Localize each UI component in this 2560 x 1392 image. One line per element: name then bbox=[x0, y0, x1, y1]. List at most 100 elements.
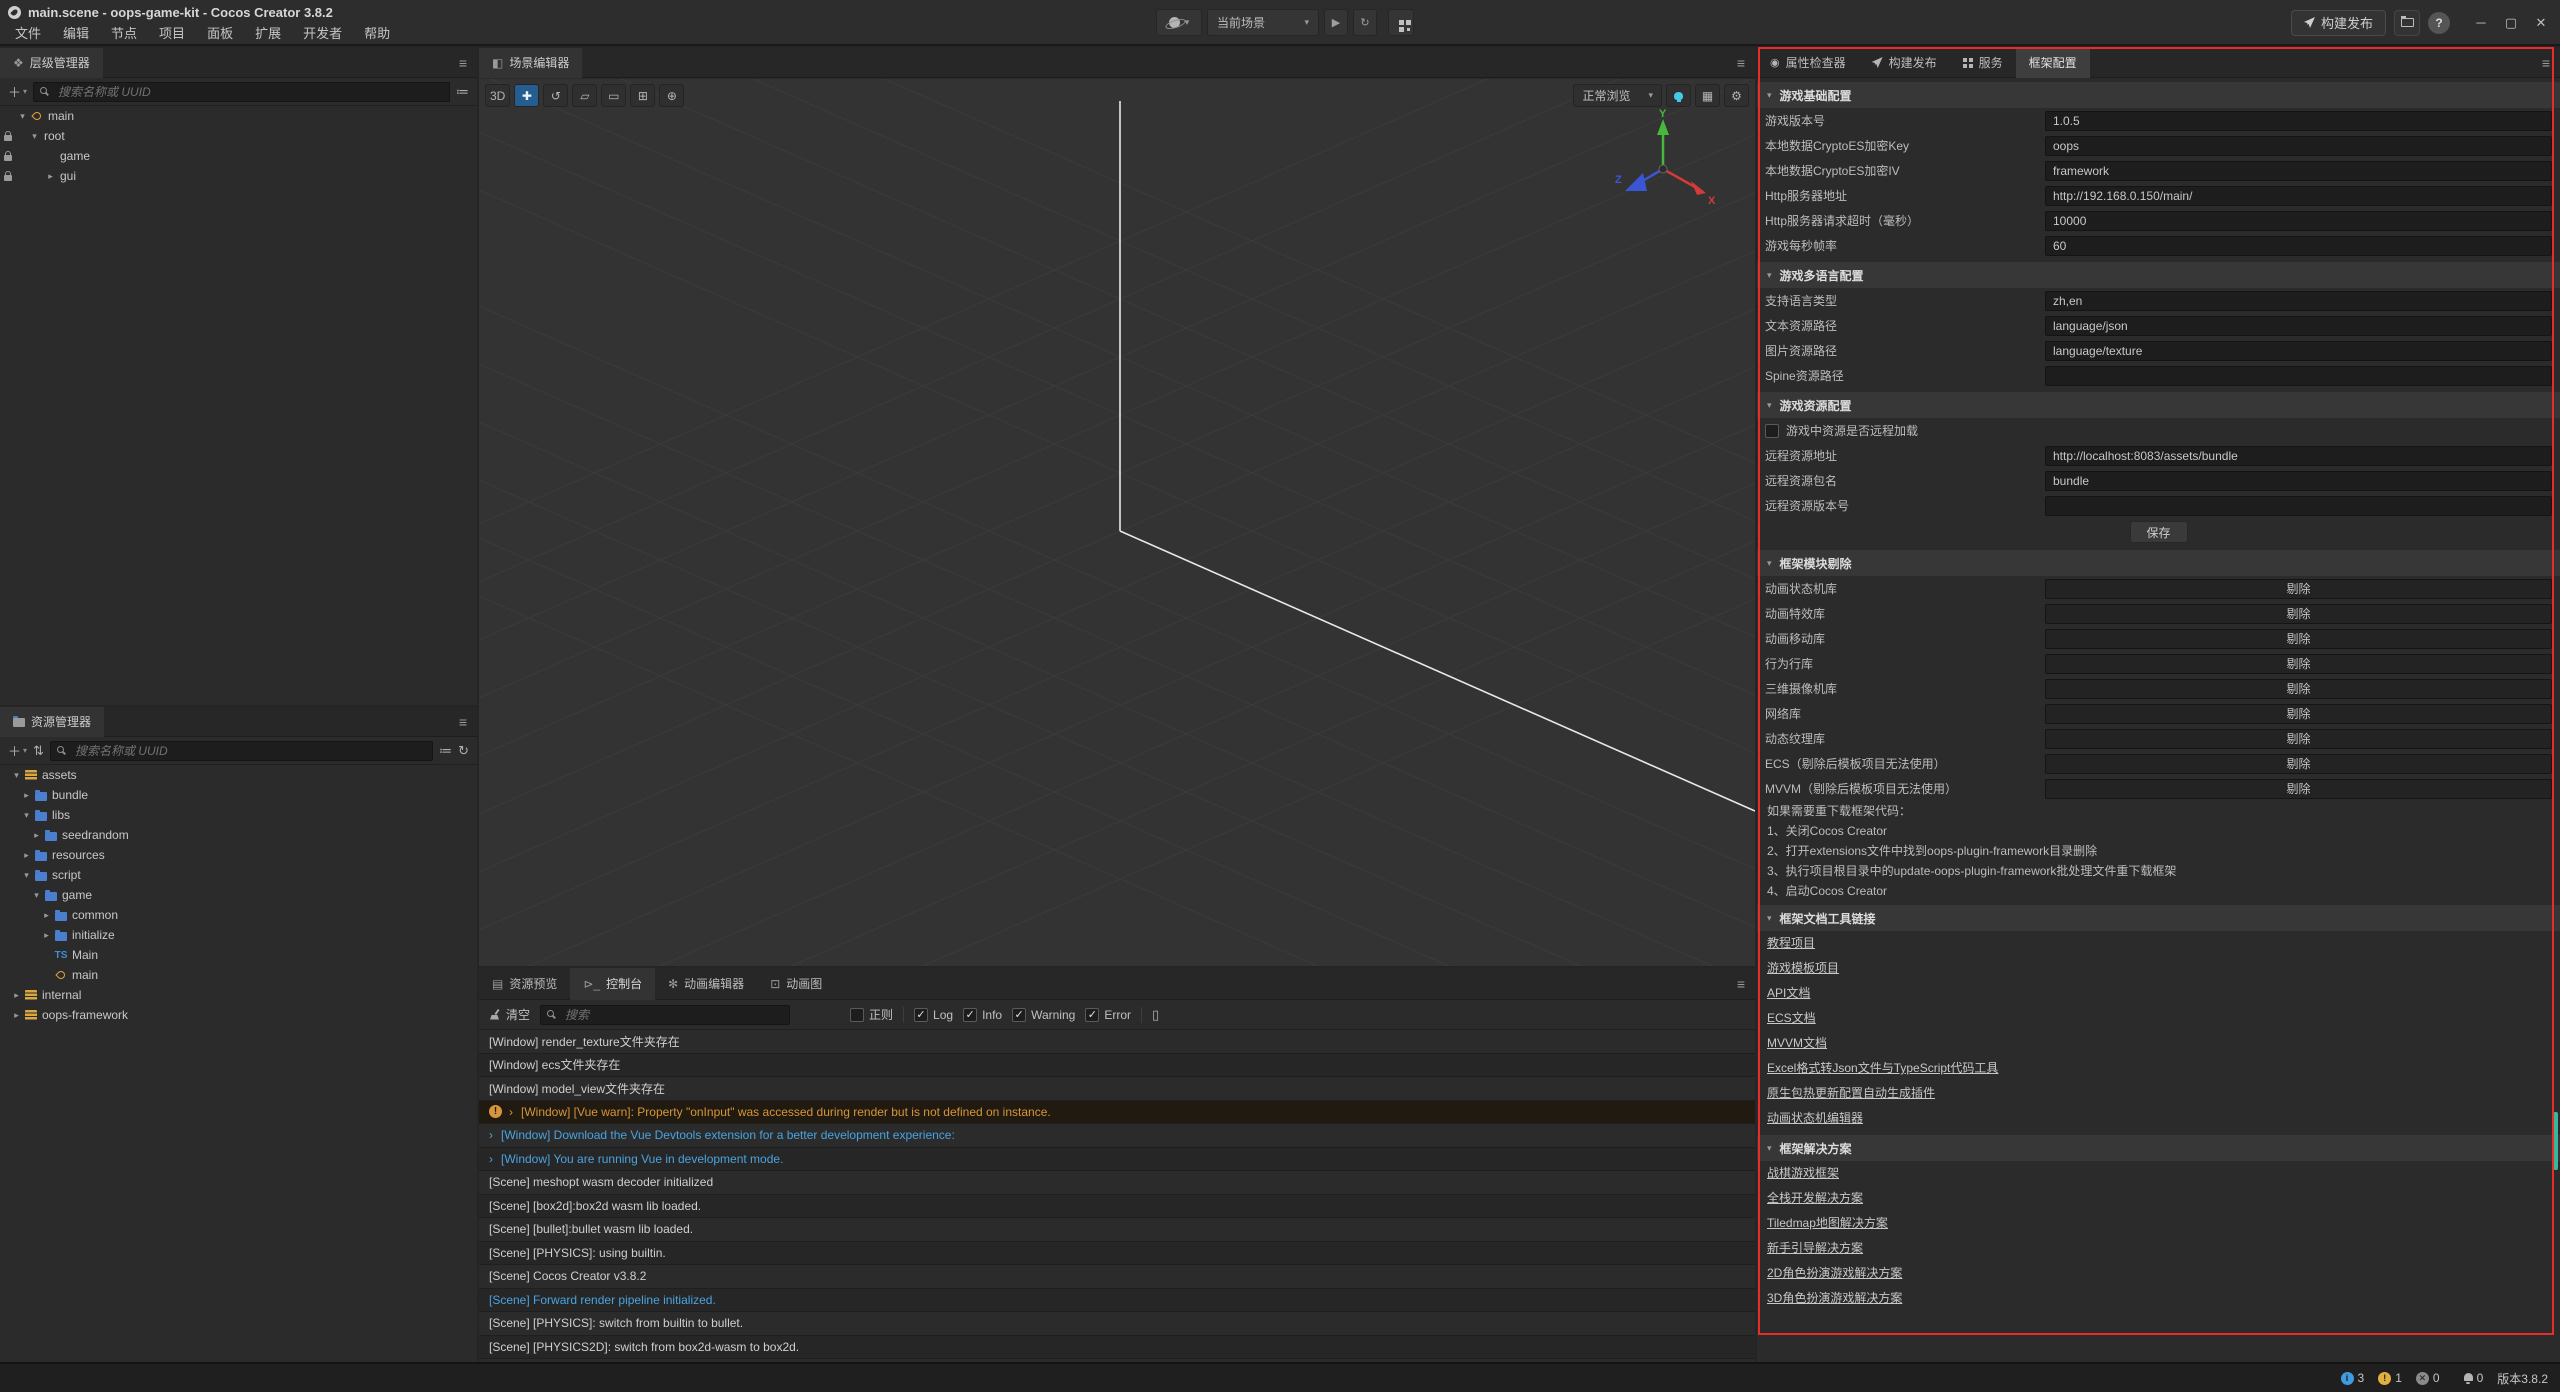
coordinate-toggle-button[interactable]: ⊕ bbox=[659, 84, 684, 107]
module-remove-button[interactable]: 剔除 bbox=[2045, 729, 2552, 749]
section-language[interactable]: ▾ 游戏多语言配置 bbox=[1757, 262, 2560, 288]
crypto-key-input[interactable] bbox=[2045, 136, 2552, 156]
menu-icon[interactable]: ≡ bbox=[1737, 55, 1755, 71]
section-solutions[interactable]: ▾ 框架解决方案 bbox=[1757, 1135, 2560, 1161]
http-server-input[interactable] bbox=[2045, 186, 2552, 206]
pivot-toggle-button[interactable]: ⊞ bbox=[630, 84, 655, 107]
http-timeout-input[interactable] bbox=[2045, 211, 2552, 231]
tab-property-inspector[interactable]: ◉ 属性检查器 bbox=[1757, 48, 1859, 78]
scale-tool-button[interactable]: ▱ bbox=[572, 84, 597, 107]
module-remove-button[interactable]: 剔除 bbox=[2045, 629, 2552, 649]
sort-icon[interactable]: ⇅ bbox=[33, 743, 44, 759]
tab-hierarchy[interactable]: ❖ 层级管理器 bbox=[0, 48, 103, 78]
log-row-info[interactable]: › [Window] Download the Vue Devtools ext… bbox=[479, 1124, 1755, 1148]
link-2d-rpg-solution[interactable]: 2D角色扮演游戏解决方案 bbox=[1757, 1261, 1912, 1286]
save-button[interactable]: 保存 bbox=[2130, 521, 2188, 543]
module-remove-button[interactable]: 剔除 bbox=[2045, 579, 2552, 599]
module-remove-button[interactable]: 剔除 bbox=[2045, 704, 2552, 724]
move-tool-button[interactable]: ✚ bbox=[514, 84, 539, 107]
asset-node-script[interactable]: ▾ script bbox=[0, 865, 477, 885]
close-button[interactable]: ✕ bbox=[2528, 10, 2554, 36]
expand-icon[interactable]: › bbox=[509, 1105, 513, 1119]
remote-bundle-input[interactable] bbox=[2045, 471, 2552, 491]
assets-search-input[interactable] bbox=[50, 741, 433, 761]
warning-count[interactable]: ! 1 bbox=[2378, 1371, 2402, 1385]
log-row[interactable]: [Window] ecs文件夹存在 bbox=[479, 1054, 1755, 1078]
menu-panel[interactable]: 面板 bbox=[196, 23, 244, 45]
link-guide-solution[interactable]: 新手引导解决方案 bbox=[1757, 1236, 1873, 1261]
minimize-button[interactable]: ─ bbox=[2468, 10, 2494, 36]
device-preview-button[interactable] bbox=[1388, 9, 1414, 36]
menu-icon[interactable]: ≡ bbox=[2542, 55, 2560, 71]
menu-icon[interactable]: ≡ bbox=[459, 714, 477, 730]
menu-edit[interactable]: 编辑 bbox=[52, 23, 100, 45]
remote-url-input[interactable] bbox=[2045, 446, 2552, 466]
restart-button[interactable]: ↻ bbox=[1353, 9, 1377, 36]
build-publish-button[interactable]: 构建发布 bbox=[2291, 10, 2386, 36]
log-row[interactable]: [Scene] meshopt wasm decoder initialized bbox=[479, 1171, 1755, 1195]
collapse-all-icon[interactable]: ≔ bbox=[439, 743, 452, 759]
filter-info-checkbox[interactable]: Info bbox=[963, 1008, 1002, 1022]
console-log-list[interactable]: [Window] render_texture文件夹存在 [Window] ec… bbox=[479, 1030, 1755, 1362]
lighting-toggle-button[interactable] bbox=[1666, 84, 1691, 107]
tab-scene-editor[interactable]: ◧ 场景编辑器 bbox=[479, 48, 582, 78]
link-api-docs[interactable]: API文档 bbox=[1757, 981, 1820, 1006]
tab-framework-config[interactable]: 框架配置 bbox=[2016, 48, 2090, 78]
expand-icon[interactable]: › bbox=[489, 1128, 493, 1142]
rotate-tool-button[interactable]: ↺ bbox=[543, 84, 568, 107]
menu-developer[interactable]: 开发者 bbox=[292, 23, 353, 45]
log-row[interactable]: [Scene] [bullet]:bullet wasm lib loaded. bbox=[479, 1218, 1755, 1242]
menu-icon[interactable]: ≡ bbox=[1737, 976, 1755, 992]
chevron-closed-icon[interactable]: ▸ bbox=[40, 930, 53, 941]
chevron-closed-icon[interactable]: ▸ bbox=[40, 910, 53, 921]
link-template-project[interactable]: 游戏模板项目 bbox=[1757, 956, 1849, 981]
scene-viewport[interactable]: 3D ✚ ↺ ▱ ▭ ⊞ ⊕ 正常浏览 ▾ ▦ ⚙ Y bbox=[479, 79, 1755, 966]
asset-node-game[interactable]: ▾ game bbox=[0, 885, 477, 905]
axis-gizmo[interactable]: Y X Z bbox=[1607, 107, 1727, 227]
crypto-iv-input[interactable] bbox=[2045, 161, 2552, 181]
module-remove-button[interactable]: 剔除 bbox=[2045, 604, 2552, 624]
log-row[interactable]: [Scene] [box2d]:box2d wasm lib loaded. bbox=[479, 1195, 1755, 1219]
log-row[interactable]: [Scene] Cocos Creator v3.8.2 bbox=[479, 1265, 1755, 1289]
filter-warning-checkbox[interactable]: Warning bbox=[1012, 1008, 1075, 1022]
open-project-folder-button[interactable] bbox=[2394, 10, 2420, 36]
game-version-input[interactable] bbox=[2045, 111, 2552, 131]
checkbox-icon[interactable] bbox=[914, 1008, 928, 1022]
info-count[interactable]: i 3 bbox=[2341, 1371, 2365, 1385]
filter-icon[interactable]: ≔ bbox=[456, 84, 469, 100]
notification-count[interactable]: 0 bbox=[2464, 1371, 2484, 1385]
asset-node-main-ts[interactable]: TS Main bbox=[0, 945, 477, 965]
regex-checkbox[interactable]: 正则 bbox=[850, 1006, 893, 1023]
chevron-open-icon[interactable]: ▾ bbox=[16, 111, 29, 122]
chevron-closed-icon[interactable]: ▸ bbox=[20, 850, 33, 861]
add-asset-button[interactable]: ＋▾ bbox=[8, 741, 27, 760]
hierarchy-search-input[interactable] bbox=[33, 82, 450, 102]
asset-node-resources[interactable]: ▸ resources bbox=[0, 845, 477, 865]
link-tutorial-project[interactable]: 教程项目 bbox=[1757, 931, 1825, 956]
log-row-warning[interactable]: ! › [Window] [Vue warn]: Property "onInp… bbox=[479, 1101, 1755, 1125]
link-hotupdate-plugin[interactable]: 原生包热更新配置自动生成插件 bbox=[1757, 1081, 1945, 1106]
section-doc-links[interactable]: ▾ 框架文档工具链接 bbox=[1757, 905, 2560, 931]
module-remove-button[interactable]: 剔除 bbox=[2045, 754, 2552, 774]
maximize-button[interactable]: ▢ bbox=[2498, 10, 2524, 36]
module-remove-button[interactable]: 剔除 bbox=[2045, 654, 2552, 674]
grid-visibility-button[interactable]: ▦ bbox=[1695, 84, 1720, 107]
view-mode-select[interactable]: 正常浏览 ▾ bbox=[1573, 84, 1662, 107]
menu-extension[interactable]: 扩展 bbox=[244, 23, 292, 45]
chevron-open-icon[interactable]: ▾ bbox=[28, 131, 41, 142]
asset-node-assets[interactable]: ▾ assets bbox=[0, 765, 477, 785]
module-remove-button[interactable]: 剔除 bbox=[2045, 679, 2552, 699]
asset-node-main-scene[interactable]: main bbox=[0, 965, 477, 985]
log-row-info[interactable]: › [Window] You are running Vue in develo… bbox=[479, 1148, 1755, 1172]
tab-build-publish[interactable]: 构建发布 bbox=[1859, 48, 1950, 78]
mode-3d-button[interactable]: 3D bbox=[485, 84, 510, 107]
chevron-open-icon[interactable]: ▾ bbox=[20, 810, 33, 821]
asset-node-internal[interactable]: ▸ internal bbox=[0, 985, 477, 1005]
link-excel-tool[interactable]: Excel格式转Json文件与TypeScript代码工具 bbox=[1757, 1056, 2008, 1081]
refresh-icon[interactable]: ↻ bbox=[458, 743, 469, 759]
preview-target-button[interactable]: ▾ bbox=[1156, 9, 1202, 36]
link-anim-state-editor[interactable]: 动画状态机编辑器 bbox=[1757, 1106, 1873, 1131]
asset-node-libs[interactable]: ▾ libs bbox=[0, 805, 477, 825]
inspector-scrollbar[interactable] bbox=[2553, 1112, 2558, 1170]
chevron-open-icon[interactable]: ▾ bbox=[10, 770, 23, 781]
